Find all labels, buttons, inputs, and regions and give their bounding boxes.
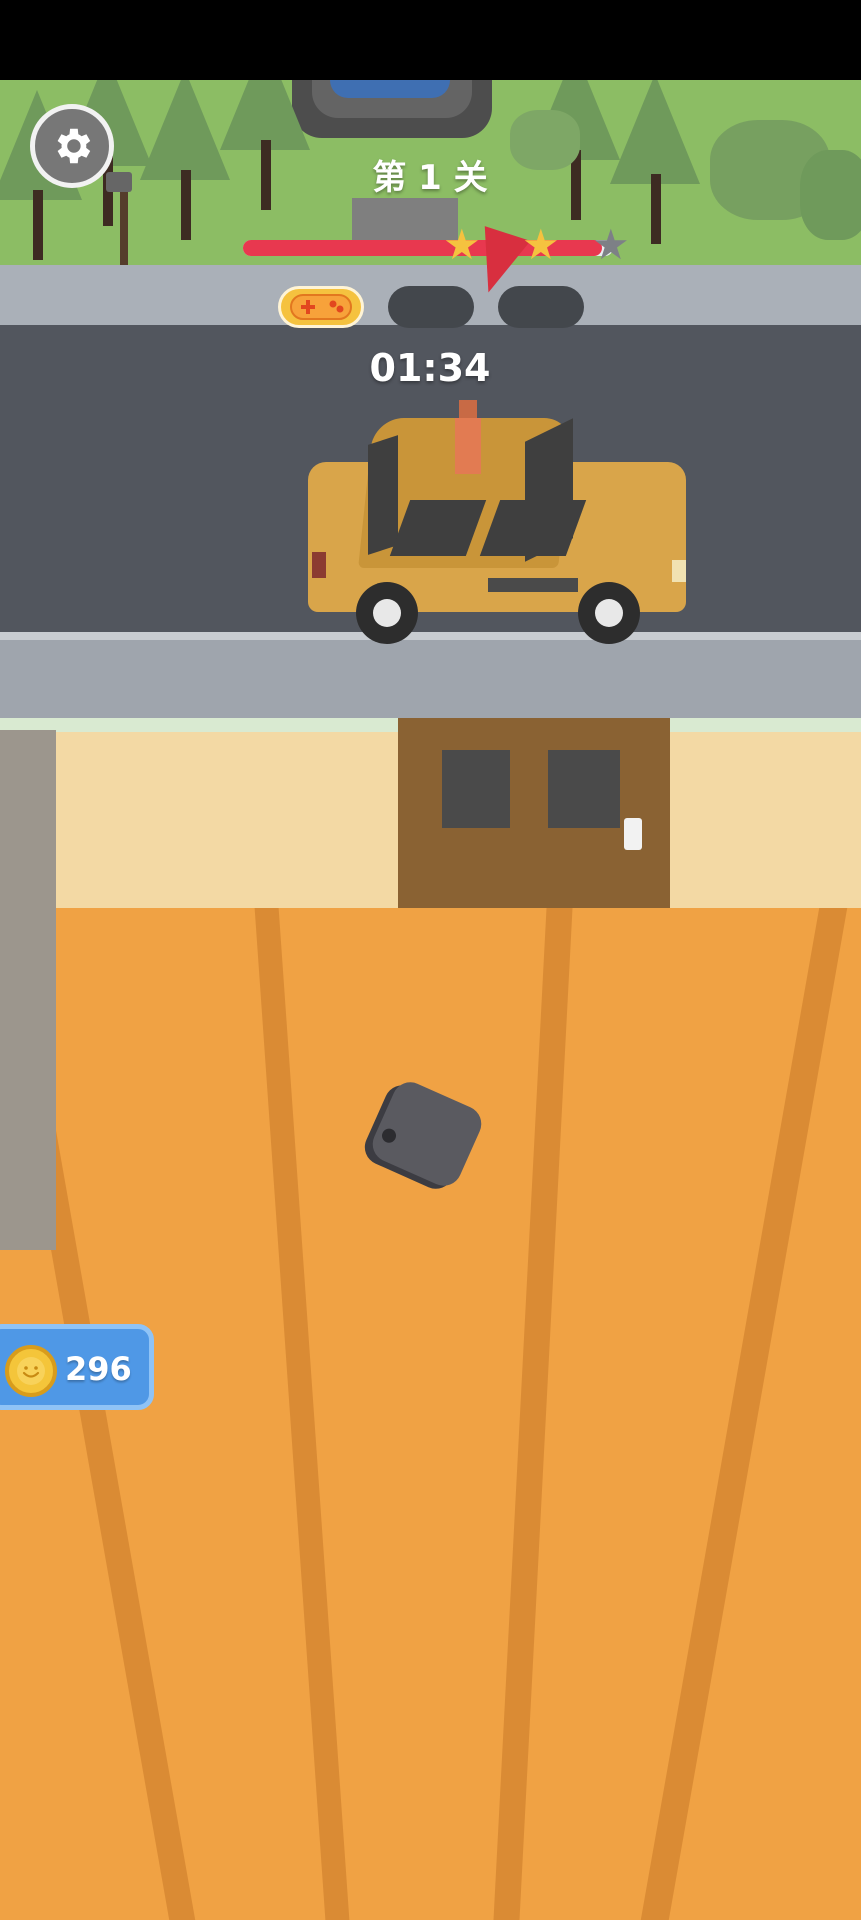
fountain-water <box>330 80 450 98</box>
bush <box>800 150 861 240</box>
gamepad-icon <box>290 294 352 320</box>
coin-counter: 296 <box>0 1324 154 1410</box>
door-handle <box>624 818 642 850</box>
door-window <box>442 750 510 828</box>
side-wall <box>0 730 56 1250</box>
game-screen: 第 1 关 ★ ★ ★ 01:34 296 <box>0 0 861 1920</box>
powerup-slot-empty[interactable] <box>498 286 584 328</box>
taxi-stripe <box>488 578 578 592</box>
countdown-timer: 01:34 <box>369 346 491 390</box>
wooden-floor <box>0 908 861 1920</box>
door-window <box>548 750 620 828</box>
taxi-wheel <box>578 582 640 644</box>
curb <box>0 632 861 640</box>
taxi-headlight <box>672 560 686 582</box>
powerup-slot-gamepad[interactable] <box>278 286 364 328</box>
taxi-wheel <box>356 582 418 644</box>
star-icon: ★ <box>443 220 481 269</box>
status-bar <box>0 0 861 80</box>
smile-icon <box>17 1357 45 1385</box>
level-title: 第 1 关 <box>372 158 488 198</box>
taxi-sign <box>455 418 481 474</box>
gear-icon <box>57 128 91 164</box>
star-icon: ★ <box>592 220 630 269</box>
vacuum-sensor <box>379 1126 399 1145</box>
coin-icon <box>5 1345 57 1397</box>
lamp-head <box>106 172 132 192</box>
star-icon: ★ <box>522 220 560 269</box>
taxi-taillight <box>312 552 326 578</box>
sidewalk <box>0 640 861 721</box>
settings-button[interactable] <box>30 104 114 188</box>
lamp-post <box>120 180 128 265</box>
front-door <box>398 718 670 910</box>
taxi-window <box>368 435 398 555</box>
powerup-slot-empty[interactable] <box>388 286 474 328</box>
coin-count: 296 <box>65 1350 132 1388</box>
